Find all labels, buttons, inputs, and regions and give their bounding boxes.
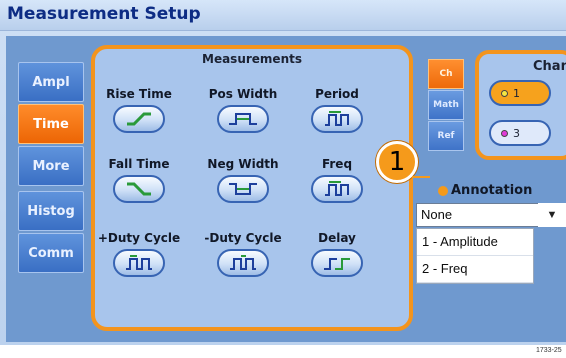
pos-duty-cycle-icon <box>126 255 152 270</box>
callout-leader-line <box>412 176 430 178</box>
delay-label: Delay <box>318 231 356 245</box>
channel-3-dot-icon <box>501 129 508 137</box>
fall-time-button[interactable] <box>113 175 165 203</box>
tab-histog[interactable]: Histog <box>18 191 84 231</box>
delay-icon <box>324 258 350 270</box>
annotation-label: Annotation <box>451 183 533 198</box>
tab-comm[interactable]: Comm <box>18 233 84 273</box>
title-bar: Measurement Setup <box>0 0 566 31</box>
period-label: Period <box>315 87 359 101</box>
rise-time-button[interactable] <box>113 105 165 133</box>
channel-1-button[interactable]: 1 <box>489 80 551 106</box>
dropdown-arrow-icon[interactable]: ▼ <box>538 203 566 227</box>
fall-time-label: Fall Time <box>108 157 170 171</box>
tab-ch[interactable]: Ch <box>428 59 464 89</box>
freq-icon <box>325 181 349 196</box>
rise-time-icon <box>127 112 151 126</box>
annotation-option[interactable]: 2 - Freq <box>417 256 533 283</box>
measurements-group: Measurements Rise Time Pos Width Period … <box>91 45 413 331</box>
pos-duty-cycle-button[interactable] <box>113 249 165 277</box>
tab-ampl[interactable]: Ampl <box>18 62 84 102</box>
period-icon <box>325 111 349 126</box>
annotation-options-list: 1 - Amplitude 2 - Freq <box>416 228 534 284</box>
neg-duty-cycle-icon <box>230 255 256 270</box>
pos-width-icon <box>229 113 257 125</box>
neg-width-icon <box>229 183 257 195</box>
tab-ref[interactable]: Ref <box>428 121 464 151</box>
figure-id: 1733-25 <box>536 347 562 354</box>
freq-label: Freq <box>321 157 353 171</box>
channel-3-button[interactable]: 3 <box>489 120 551 146</box>
channel-group: Chan 1 3 <box>475 50 566 160</box>
pos-width-label: Pos Width <box>208 87 278 101</box>
rise-time-label: Rise Time <box>106 87 172 101</box>
neg-duty-cycle-button[interactable] <box>217 249 269 277</box>
freq-button[interactable] <box>311 175 363 203</box>
channel-group-title: Chan <box>533 59 566 74</box>
neg-width-label: Neg Width <box>207 157 279 171</box>
neg-duty-cycle-label: -Duty Cycle <box>204 231 282 245</box>
period-button[interactable] <box>311 105 363 133</box>
pos-width-button[interactable] <box>217 105 269 133</box>
delay-button[interactable] <box>311 249 363 277</box>
tab-math[interactable]: Math <box>428 90 464 120</box>
channel-1-label: 1 <box>513 86 520 100</box>
measurement-setup-panel: Measurement Setup Ampl Time More Histog … <box>0 0 566 345</box>
channel-3-label: 3 <box>513 126 520 140</box>
fall-time-icon <box>127 182 151 196</box>
channel-1-dot-icon <box>501 89 508 97</box>
tab-time[interactable]: Time <box>18 104 84 144</box>
annotation-bullet-icon <box>438 186 448 196</box>
annotation-option[interactable]: 1 - Amplitude <box>417 229 533 256</box>
window-title: Measurement Setup <box>7 4 201 24</box>
neg-width-button[interactable] <box>217 175 269 203</box>
pos-duty-cycle-label: +Duty Cycle <box>97 231 181 245</box>
measurements-title: Measurements <box>202 52 302 66</box>
tab-more[interactable]: More <box>18 146 84 186</box>
